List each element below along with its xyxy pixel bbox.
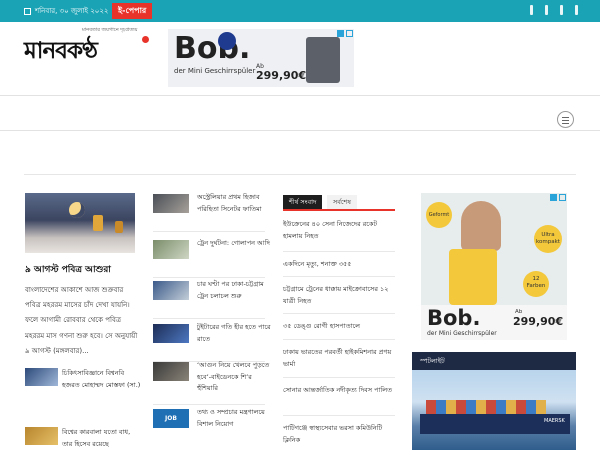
hero-headline[interactable]: ৯ আগস্ট পবিত্র আশুরা [25,262,111,277]
divider [283,377,395,378]
ad-badge: Geformt [426,202,452,228]
epaper-button[interactable]: ই-পেপার [112,3,153,19]
list-item[interactable]: ট্রেন দুর্ঘটনা: গোলাপন আদি [153,239,270,278]
ad-price: 299,90€ [256,69,307,82]
news-thumbnail [153,362,189,381]
banner-ad[interactable]: Bob. der Mini Geschirrspüler Ab 299,90€ [168,29,354,87]
news-headline: চার ঘণ্টা পর ঢাকা-চট্টগ্রাম ট্রেন চলাচল … [197,280,264,300]
ad-close-icon[interactable] [346,30,353,37]
news-headline: বিশ্বের কারবালা যতো বাধ, তার হিসেব রয়েছ… [62,428,131,448]
ad-brand: Bob. [174,31,251,66]
news-headline: ‘আগুন নিয়ে খেলবে পুড়তে হবে’-বাইডেনকে শ… [197,361,270,392]
news-headline: ট্রেন দুর্ঘটনা: গোলাপন আদি [197,239,270,247]
ad-subtitle: der Mini Geschirrspüler [174,67,256,75]
ad-info-icon[interactable] [337,30,344,37]
ad-price: 299,90€ [513,315,564,328]
news-thumbnail: JOB [153,409,189,428]
list-item[interactable]: বিশ্বের কারবালা যতো বাধ, তার হিসেব রয়েছ… [25,427,140,465]
news-headline: অস্ট্রেলিয়ার প্রথম হিজাব পরিহিতা সিনেটর… [197,193,262,213]
news-headline: চট্টগ্রামে ট্রেনের ধাক্কায় মাইক্রোবাসের… [283,285,389,305]
news-headline: ৩৫ ডেঙ্গু রোগী হাসপাতালে [283,322,360,330]
list-item[interactable]: একদিনে মৃত্যু, শনাক্ত ৩৫৫ [283,251,395,270]
ad-info-icon[interactable] [550,194,557,201]
list-item[interactable]: পাটিগঞ্জে স্বাস্থ্যসেবার ভরসা কমিউনিটি ক… [283,415,395,446]
list-item[interactable]: চিকিৎসাবিজ্ঞানে বিশ্বনবি হজরত মোহাম্মদ ম… [25,368,140,406]
ad-seal-icon [218,32,236,50]
calendar-icon [24,7,31,15]
list-item[interactable]: চার ঘণ্টা পর ঢাকা-চট্টগ্রাম ট্রেন চলাচল … [153,280,265,319]
logo-name: মানবকণ্ঠ [24,38,98,64]
divider [283,339,395,340]
site-logo[interactable]: মানবতার জয়গানে দৃঢ়প্রত্যয় মানবকণ্ঠ [24,27,152,68]
lantern-icon [93,215,103,231]
news-headline: সোনার আন্তর্জাতিক নদীকৃত্য দিবস পালিত [283,386,392,394]
tab-latest[interactable]: সর্বশেষ [327,195,357,209]
ad-product-image [306,37,340,83]
news-thumbnail [153,324,189,343]
ad-brand: Bob. [427,306,481,330]
list-item[interactable]: JOB তথ্য ও সম্প্রচার মন্ত্রণালয়ে বিশাল … [153,408,265,447]
spotlight-image[interactable]: MAERSK [412,370,576,450]
news-tabs: শীর্ষ সংবাদ সর্বশেষ [283,195,395,211]
ad-person-image [461,201,501,251]
list-item[interactable]: ‘আগুন নিয়ে খেলবে পুড়তে হবে’-বাইডেনকে শ… [153,361,269,405]
news-headline: তথ্য ও সম্প্রচার মন্ত্রণালয়ে বিশাল নিয়… [197,408,265,428]
news-headline: একদিনে মৃত্যু, শনাক্ত ৩৫৫ [283,260,352,268]
list-item[interactable]: চট্টগ্রামে ট্রেনের ধাক্কায় মাইক্রোবাসের… [283,276,395,307]
date-display: শনিবার, ৩০ জুলাই ২০২২ [24,5,108,17]
divider [153,318,265,319]
twitter-icon[interactable] [545,5,548,15]
divider [0,95,600,96]
news-thumbnail [153,194,189,213]
list-item[interactable]: সোনার আন্তর্জাতিক নদীকৃত্য দিবস পালিত [283,377,395,396]
tab-top-news[interactable]: শীর্ষ সংবাদ [283,195,323,209]
divider [153,404,265,405]
ship-brand: MAERSK [544,418,565,424]
list-item[interactable]: টুইটারের গতি হীর হতে পারে রাতে [153,323,271,362]
hero-image[interactable] [25,193,135,253]
moon-icon [69,202,85,218]
side-ad[interactable]: Geformt Ultra kompakt 12 Farben Bob. der… [421,193,567,340]
spotlight-header: স্পটলাইট [412,352,576,370]
lantern-icon [115,221,123,233]
divider [283,415,395,416]
list-item[interactable]: ৩৫ ডেঙ্গু রোগী হাসপাতালে [283,313,395,332]
news-headline: টুইটারের গতি হীর হতে পারে রাতে [197,323,271,343]
news-thumbnail [25,427,58,445]
divider [283,251,395,252]
divider [153,277,265,278]
news-headline: ঢাকায় ভারতের পরবর্তী হাইকমিশনার প্রণয় … [283,348,392,368]
hero-summary: বাংলাদেশের আকাশে আজ শুক্রবার পবিত্র মহরর… [25,286,138,355]
list-item[interactable]: ইউক্রেনের ৪০ সেনা নিজেদের রকেট হামলায় ন… [283,218,395,242]
social-links [530,5,578,15]
ad-product-image [449,249,497,305]
divider [283,313,395,314]
ship-cargo [426,400,546,414]
logo-dot [142,36,149,43]
menu-button[interactable] [557,111,574,128]
news-headline: পাটিগঞ্জে স্বাস্থ্যসেবার ভরসা কমিউনিটি ক… [283,424,383,444]
list-item[interactable]: অস্ট্রেলিয়ার প্রথম হিজাব পরিহিতা সিনেটর… [153,193,265,232]
divider [0,130,600,131]
divider [283,276,395,277]
news-thumbnail [25,368,58,386]
ad-subtitle: der Mini Geschirrspüler [427,330,497,337]
news-thumbnail [153,240,189,259]
divider [153,231,265,232]
ad-badge: 12 Farben [523,271,549,297]
youtube-icon[interactable] [575,5,578,15]
facebook-icon[interactable] [530,5,533,15]
news-thumbnail [153,281,189,300]
top-bar: শনিবার, ৩০ জুলাই ২০২২ ই-পেপার [0,0,600,22]
ship-hull [420,414,570,434]
divider [24,174,576,175]
instagram-icon[interactable] [560,5,563,15]
list-item[interactable]: ঢাকায় ভারতের পরবর্তী হাইকমিশনার প্রণয় … [283,339,395,370]
news-headline: ইউক্রেনের ৪০ সেনা নিজেদের রকেট হামলায় ন… [283,220,378,240]
date-text: শনিবার, ৩০ জুলাই ২০২২ [35,7,109,15]
ad-badge: Ultra kompakt [534,225,562,253]
news-headline: চিকিৎসাবিজ্ঞানে বিশ্বনবি হজরত মোহাম্মদ ম… [62,369,141,389]
ad-close-icon[interactable] [559,194,566,201]
